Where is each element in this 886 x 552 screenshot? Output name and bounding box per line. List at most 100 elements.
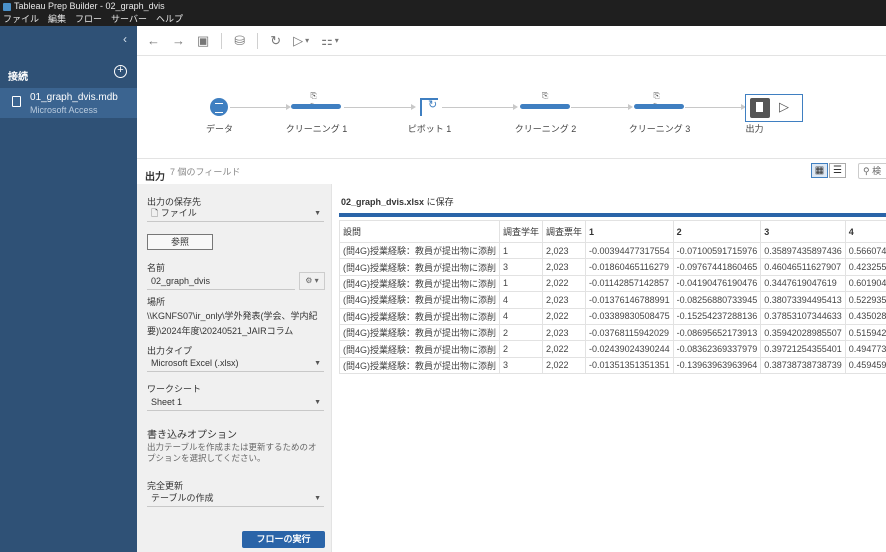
table-cell[interactable]: 3 <box>499 258 544 276</box>
run-flow-icon[interactable]: ▷ <box>293 33 303 49</box>
table-cell[interactable]: -0.00394477317554 <box>585 241 674 260</box>
flow-node-clean-2[interactable]: ⎘ クリーニング 2 <box>515 56 577 156</box>
node-label: クリーニング 2 <box>514 124 577 134</box>
table-cell[interactable]: -0.07100591715976 <box>672 241 762 260</box>
table-cell[interactable]: -0.01860465116279 <box>585 258 674 276</box>
table-cell[interactable]: 4 <box>499 291 544 309</box>
table-cell[interactable]: 0.46046511627907 <box>760 258 846 276</box>
table-cell[interactable]: (問4G)授業経験：教員が提出物に添削 <box>338 274 501 293</box>
table-cell[interactable]: 2,023 <box>542 291 587 309</box>
table-cell[interactable]: -0.01351351351351 <box>585 356 674 375</box>
table-cell[interactable]: -0.09767441860465 <box>672 258 762 276</box>
connection-item[interactable]: 01_graph_dvis.mdb Microsoft Access <box>0 88 137 118</box>
table-cell[interactable]: (問4G)授業経験：教員が提出物に添削 <box>338 291 501 309</box>
table-cell[interactable]: 0.38738738738739 <box>760 356 846 375</box>
search-input[interactable]: ⚲ 検 <box>858 163 886 179</box>
table-cell[interactable]: 0.51594202898551 <box>844 323 886 342</box>
flow-node-data[interactable]: データ <box>206 56 233 156</box>
output-type-select[interactable]: Microsoft Excel (.xlsx) ▼ <box>147 355 324 372</box>
table-cell[interactable]: 2,022 <box>542 274 587 293</box>
grid-view-icon[interactable]: ▦ <box>811 163 828 178</box>
table-cell[interactable]: -0.15254237288136 <box>672 307 762 325</box>
table-cell[interactable]: 2,023 <box>542 258 587 276</box>
name-field[interactable]: 02_graph_dvis <box>147 272 295 290</box>
menu-flow[interactable]: フロー <box>75 13 102 26</box>
table-cell[interactable]: 4 <box>499 307 544 325</box>
table-cell[interactable]: 3 <box>499 356 544 375</box>
table-cell[interactable]: (問4G)授業経験：教員が提出物に添削 <box>338 258 501 276</box>
column-header[interactable]: 設問 <box>338 220 501 243</box>
table-cell[interactable]: -0.02439024390244 <box>585 340 674 358</box>
table-cell[interactable]: 2,022 <box>542 340 587 358</box>
flow-node-pivot-1[interactable]: ピボット 1 <box>408 56 451 156</box>
table-cell[interactable]: 2,022 <box>542 307 587 325</box>
table-cell[interactable]: 0.37853107344633 <box>760 307 846 325</box>
name-options-icon[interactable]: ⚙ ▾ <box>299 272 325 290</box>
data-source-icon[interactable]: ⛁ <box>234 33 245 49</box>
table-cell[interactable]: 0.35897435897436 <box>760 241 846 260</box>
forward-icon[interactable]: → <box>172 33 185 48</box>
table-cell[interactable]: -0.08362369337979 <box>672 340 762 358</box>
table-cell[interactable]: 0.35942028985507 <box>760 323 846 342</box>
column-header[interactable]: 調査票年 <box>542 220 587 243</box>
table-cell[interactable]: -0.03389830508475 <box>585 307 674 325</box>
refresh-icon[interactable]: ↻ <box>270 33 281 49</box>
column-header[interactable]: 3 <box>760 220 846 243</box>
menu-file[interactable]: ファイル <box>3 13 39 26</box>
save-icon[interactable]: ▣ <box>197 33 209 49</box>
table-cell[interactable]: 0.49477351916376 <box>844 340 886 358</box>
table-cell[interactable]: 0.43502824858757 <box>844 307 886 325</box>
table-cell[interactable]: 1 <box>499 241 544 260</box>
table-cell[interactable]: 0.42325581395349 <box>844 258 886 276</box>
menu-server[interactable]: サーバー <box>111 13 147 26</box>
chevron-down-icon[interactable]: ▾ <box>335 36 339 45</box>
column-header[interactable]: 調査学年 <box>499 220 544 243</box>
table-cell[interactable]: 0.3447619047619 <box>760 274 846 293</box>
table-cell[interactable]: 2,022 <box>542 356 587 375</box>
menu-edit[interactable]: 編集 <box>48 13 66 26</box>
table-cell[interactable]: 2,023 <box>542 241 587 260</box>
table-cell[interactable]: (問4G)授業経験：教員が提出物に添削 <box>338 307 501 325</box>
column-header[interactable]: 4 <box>844 220 886 243</box>
table-cell[interactable]: 0.39721254355401 <box>760 340 846 358</box>
node-label: クリーニング 3 <box>628 124 691 134</box>
collapse-pane-icon[interactable]: ‹ <box>123 32 127 46</box>
chevron-down-icon[interactable]: ▾ <box>305 36 309 45</box>
table-cell[interactable]: -0.01376146788991 <box>585 291 674 309</box>
file-icon <box>12 96 21 107</box>
table-cell[interactable]: -0.03768115942029 <box>585 323 674 342</box>
flow-node-clean-3[interactable]: ⎘ ✎ クリーニング 3 <box>629 56 691 156</box>
table-cell[interactable]: 0.52293577981651 <box>844 291 886 309</box>
menu-help[interactable]: ヘルプ <box>156 13 183 26</box>
flow-node-clean-1[interactable]: ⎘ ✎ クリーニング 1 <box>286 56 348 156</box>
play-icon[interactable]: ▷ <box>779 99 789 115</box>
browse-button[interactable]: 参照 <box>147 234 213 250</box>
table-cell[interactable]: -0.08695652173913 <box>672 323 762 342</box>
table-cell[interactable]: (問4G)授業経験：教員が提出物に添削 <box>338 340 501 358</box>
table-cell[interactable]: 2 <box>499 323 544 342</box>
add-connection-icon[interactable]: + <box>114 65 127 78</box>
table-cell[interactable]: (問4G)授業経験：教員が提出物に添削 <box>338 356 501 375</box>
full-refresh-select[interactable]: テーブルの作成 ▼ <box>147 490 324 507</box>
table-cell[interactable]: 2,023 <box>542 323 587 342</box>
table-cell[interactable]: 0.60190476190476 <box>844 274 886 293</box>
list-view-icon[interactable]: ☰ <box>829 163 846 178</box>
column-header[interactable]: 2 <box>672 220 762 243</box>
table-cell[interactable]: 1 <box>499 274 544 293</box>
table-cell[interactable]: (問4G)授業経験：教員が提出物に添削 <box>338 323 501 342</box>
table-cell[interactable]: -0.04190476190476 <box>672 274 762 293</box>
table-cell[interactable]: -0.13963963963964 <box>672 356 762 375</box>
table-cell[interactable]: 0.45945945945946 <box>844 356 886 375</box>
back-icon[interactable]: ← <box>147 33 160 48</box>
table-cell[interactable]: -0.08256880733945 <box>672 291 762 309</box>
table-cell[interactable]: (問4G)授業経験：教員が提出物に添削 <box>338 241 501 260</box>
alerts-icon[interactable]: ⚏ <box>321 33 333 49</box>
worksheet-select[interactable]: Sheet 1 ▼ <box>147 394 324 411</box>
table-cell[interactable]: 0.38073394495413 <box>760 291 846 309</box>
table-cell[interactable]: 0.56607495069034 <box>844 241 886 260</box>
save-to-select[interactable]: 🗋 ファイル ▼ <box>147 205 324 222</box>
table-cell[interactable]: -0.01142857142857 <box>585 274 674 293</box>
column-header[interactable]: 1 <box>585 220 674 243</box>
run-flow-button[interactable]: フローの実行 <box>242 531 325 548</box>
table-cell[interactable]: 2 <box>499 340 544 358</box>
